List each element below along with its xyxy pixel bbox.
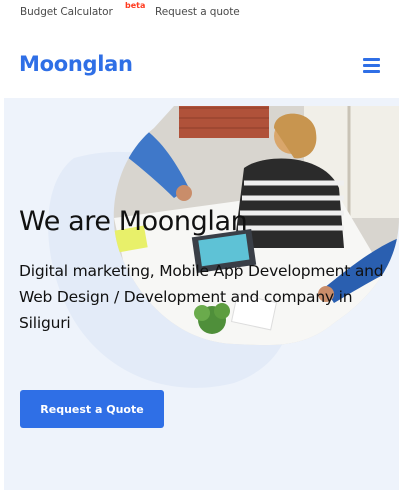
request-quote-link[interactable]: Request a quote <box>155 6 240 18</box>
hero-title: We are Moonglan <box>19 206 248 237</box>
logo[interactable]: Moonglan <box>19 52 133 76</box>
hero-subtitle: Digital marketing, Mobile App Developmen… <box>19 262 384 332</box>
hamburger-menu-icon[interactable] <box>360 56 384 74</box>
budget-calculator-link[interactable]: Budget Calculator <box>20 6 113 18</box>
site-header: Moonglan <box>0 44 399 88</box>
request-quote-button[interactable]: Request a Quote <box>20 390 164 428</box>
beta-badge: beta <box>125 1 146 10</box>
top-bar: Budget Calculator beta Request a quote <box>0 0 399 28</box>
